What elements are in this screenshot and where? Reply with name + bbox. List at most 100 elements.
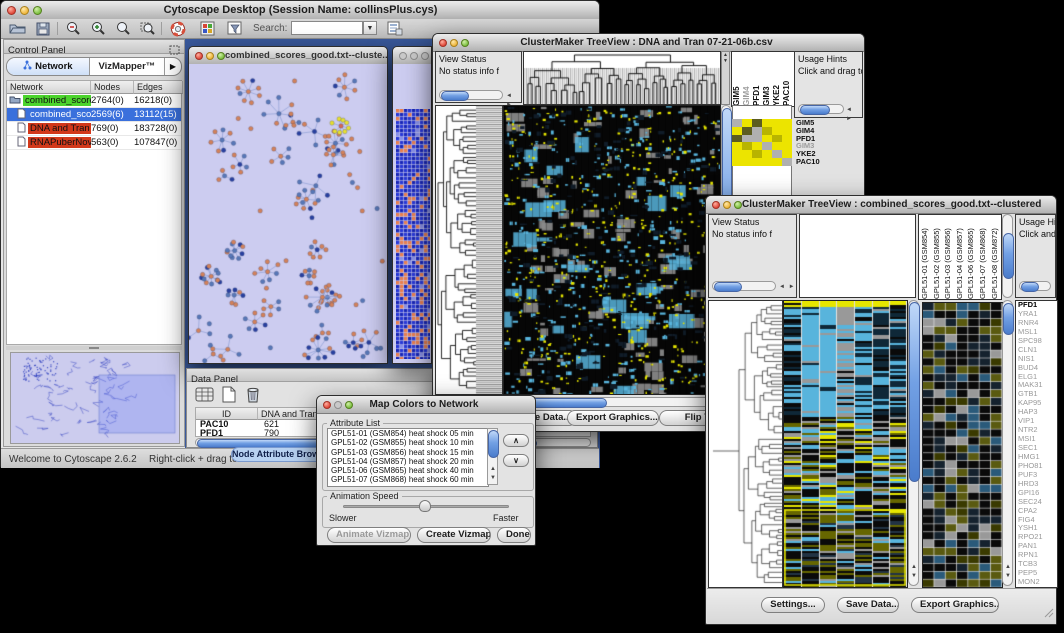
zoom-window-icon[interactable] [734, 201, 742, 209]
similarity-matrix[interactable] [732, 119, 792, 166]
done-button[interactable]: Done [497, 527, 531, 543]
treeview2-column-dendrogram[interactable] [799, 214, 916, 298]
network-row[interactable]: RNAPuberNov2+563(0)107847(0) [7, 136, 181, 150]
column-label[interactable]: GPL51-06 (GSM865) [965, 215, 977, 299]
treeview2-detail-heatmap[interactable] [922, 302, 1003, 588]
save-icon[interactable] [31, 19, 55, 38]
annotation-icon[interactable] [223, 19, 247, 38]
treeview2-row-dendrogram[interactable] [708, 300, 783, 588]
dialog-title-bar[interactable]: Map Colors to Network [317, 396, 535, 414]
minimize-icon[interactable] [410, 52, 418, 60]
minimize-icon[interactable] [723, 201, 731, 209]
column-label[interactable]: GPL51-02 (GSM855) [931, 215, 943, 299]
attribute-list-item[interactable]: GPL51-03 (GSM856) heat shock 15 min [328, 448, 488, 457]
network-row[interactable]: combined_sco2569(6)13112(15) [7, 108, 181, 122]
zoom-window-icon[interactable] [33, 6, 42, 15]
column-header-nodes[interactable]: Nodes [91, 81, 134, 94]
column-label[interactable]: GIM3 [762, 52, 772, 106]
data-page-icon[interactable] [221, 386, 237, 408]
close-icon[interactable] [7, 6, 16, 15]
zoom-out-icon[interactable] [61, 19, 85, 38]
column-label[interactable]: GPL51-03 (GSM856) [942, 215, 954, 299]
view-status-h-scrollbar[interactable] [712, 281, 776, 291]
attribute-list-item[interactable]: GPL51-02 (GSM855) heat shock 10 min [328, 438, 488, 447]
resize-grip-icon[interactable] [1044, 605, 1054, 623]
treeview2-top-v-scrollbar[interactable] [1002, 214, 1013, 298]
open-icon[interactable] [5, 19, 29, 38]
network-view-title-bar[interactable]: combined_scores_good.txt--cluste... [189, 47, 387, 65]
animate-vizmap-button[interactable]: Animate Vizmap [327, 527, 411, 543]
column-label[interactable]: PAC10 [782, 52, 792, 106]
treeview1-column-dendrogram[interactable] [523, 51, 721, 105]
create-vizmap-button[interactable]: Create Vizmap [417, 527, 491, 543]
column-header-edges[interactable]: Edges [134, 81, 183, 94]
attribute-list-scrollbar[interactable]: ▲▼ [487, 428, 498, 485]
dendrogram-scroll-strip[interactable]: ▲▼ [721, 51, 730, 105]
column-label[interactable]: GPL51-01 (GSM854) [919, 215, 931, 299]
row-label[interactable]: PAC10 [794, 158, 863, 166]
close-icon[interactable] [195, 52, 203, 60]
zoom-window-icon[interactable] [421, 52, 429, 60]
tab-overflow-arrow-icon[interactable]: ▶ [164, 58, 181, 75]
speed-slider-thumb[interactable] [419, 500, 431, 512]
view-status-h-scrollbar[interactable] [439, 90, 503, 100]
birdseye-view[interactable] [10, 352, 180, 444]
matrix-view-title-bar[interactable] [393, 47, 431, 65]
window-controls[interactable] [7, 6, 42, 15]
minimize-icon[interactable] [206, 52, 214, 60]
zoom-selected-icon[interactable] [136, 19, 160, 38]
tab-vizmapper[interactable]: VizMapper™ [90, 58, 164, 75]
export-graphics-button[interactable]: Export Graphics... [567, 410, 659, 426]
zoom-window-icon[interactable] [217, 52, 225, 60]
minimize-icon[interactable] [20, 6, 29, 15]
gene-list-item[interactable]: MON2 [1016, 578, 1057, 587]
search-input[interactable] [291, 21, 363, 35]
help-icon[interactable] [166, 19, 190, 38]
panel-splitter[interactable] [6, 346, 182, 350]
attribute-list-item[interactable]: GPL51-07 (GSM868) heat shock 60 min [328, 475, 488, 484]
usage-hints-h-scrollbar[interactable] [1019, 281, 1051, 291]
minimize-icon[interactable] [450, 39, 458, 47]
column-label[interactable]: YKE2 [772, 52, 782, 106]
column-label[interactable]: GPL51-08 (GSM872) [989, 215, 1001, 299]
column-label[interactable]: GIM4 [742, 52, 752, 106]
treeview2-title-bar[interactable]: ClusterMaker TreeView : combined_scores_… [706, 196, 1056, 214]
data-grid-icon[interactable] [195, 386, 215, 408]
import-table-icon[interactable] [383, 19, 407, 38]
tab-network[interactable]: Network [7, 58, 90, 75]
network-row[interactable]: DNA and Tran 07769(0)183728(0) [7, 122, 181, 136]
scroll-left-right-icons[interactable]: ◄ ► [779, 283, 796, 292]
treeview2-v-scrollbar[interactable]: ▲▼ [908, 300, 919, 586]
column-label[interactable]: GIM5 [732, 52, 742, 106]
save-data-button[interactable]: Save Data... [837, 597, 899, 613]
zoom-window-icon[interactable] [345, 401, 353, 409]
attribute-list-item[interactable]: GPL51-01 (GSM854) heat shock 05 min [328, 429, 488, 438]
search-dropdown-arrow-icon[interactable]: ▼ [363, 21, 377, 35]
treeview2-detail-v-scrollbar[interactable]: ▲▼ [1002, 300, 1013, 586]
export-graphics-button[interactable]: Export Graphics... [911, 597, 999, 613]
close-icon[interactable] [712, 201, 720, 209]
zoom-fit-icon[interactable] [111, 19, 135, 38]
move-down-button[interactable]: ∨ [503, 454, 529, 467]
column-label[interactable]: GPL51-07 (GSM868) [977, 215, 989, 299]
settings-button[interactable]: Settings... [761, 597, 825, 613]
treeview1-heatmap[interactable] [503, 105, 721, 395]
column-header-network[interactable]: Network [7, 81, 91, 94]
trash-icon[interactable] [245, 386, 261, 408]
tab-node-attribute-browser[interactable]: Node Attribute Brows [231, 447, 323, 462]
column-label[interactable]: PFD1 [752, 52, 762, 106]
attribute-list-item[interactable]: GPL51-04 (GSM857) heat shock 20 min [328, 457, 488, 466]
treeview1-title-bar[interactable]: ClusterMaker TreeView : DNA and Tran 07-… [433, 34, 864, 52]
zoom-window-icon[interactable] [461, 39, 469, 47]
treeview1-row-dendrogram[interactable] [435, 105, 503, 395]
treeview2-heatmap[interactable] [783, 300, 908, 588]
column-label[interactable]: GPL51-04 (GSM857) [954, 215, 966, 299]
network-canvas[interactable] [189, 64, 387, 363]
usage-hints-h-scrollbar[interactable] [798, 104, 844, 114]
close-icon[interactable] [399, 52, 407, 60]
close-icon[interactable] [439, 39, 447, 47]
main-title-bar[interactable]: Cytoscape Desktop (Session Name: collins… [1, 1, 599, 20]
attribute-list-item[interactable]: GPL51-06 (GSM865) heat shock 40 min [328, 466, 488, 475]
vizmap-icon[interactable] [195, 19, 219, 38]
move-up-button[interactable]: ∧ [503, 434, 529, 447]
